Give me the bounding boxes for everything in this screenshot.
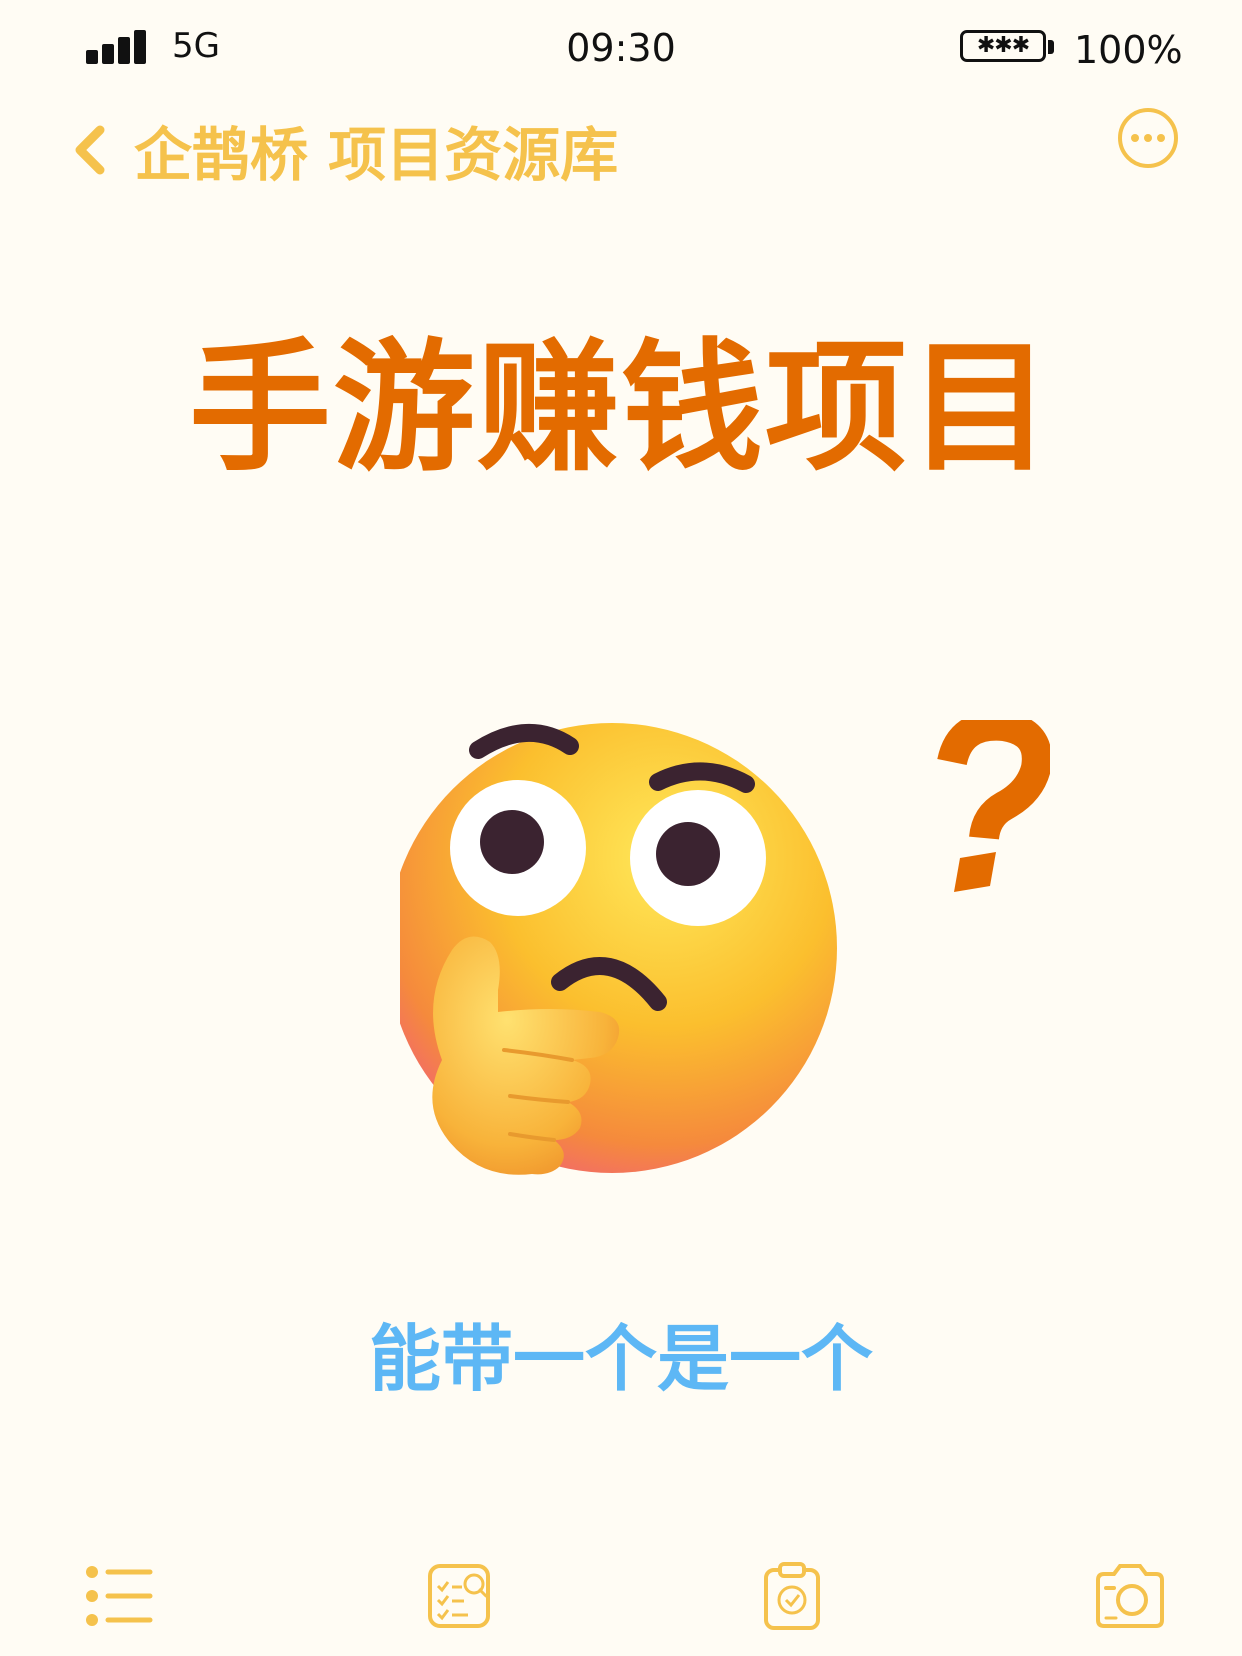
subtitle: 能带一个是一个 xyxy=(368,1317,873,1401)
navigation-bar: 企鹊桥 项目资源库 xyxy=(0,100,1242,200)
battery-percent: 100% xyxy=(1074,28,1183,72)
battery-icon: ✱✱✱ xyxy=(960,30,1058,66)
more-circle-icon[interactable] xyxy=(1116,106,1180,170)
question-mark-icon xyxy=(937,720,1050,892)
clipboard-check-icon[interactable] xyxy=(756,1560,828,1632)
bottom-tab-bar xyxy=(0,1540,1242,1640)
status-bar: 5G 09:30 ✱✱✱ 100% xyxy=(0,0,1242,100)
list-icon[interactable] xyxy=(84,1560,156,1632)
chevron-left-icon[interactable] xyxy=(70,120,110,180)
thinking-face-emoji xyxy=(400,723,837,1175)
battery-label: ✱✱✱ xyxy=(960,30,1046,62)
headline: 手游赚钱项目 xyxy=(189,326,1053,491)
nav-title: 企鹊桥 项目资源库 xyxy=(134,121,619,189)
checklist-search-icon[interactable] xyxy=(424,1560,496,1632)
camera-icon[interactable] xyxy=(1094,1560,1166,1632)
